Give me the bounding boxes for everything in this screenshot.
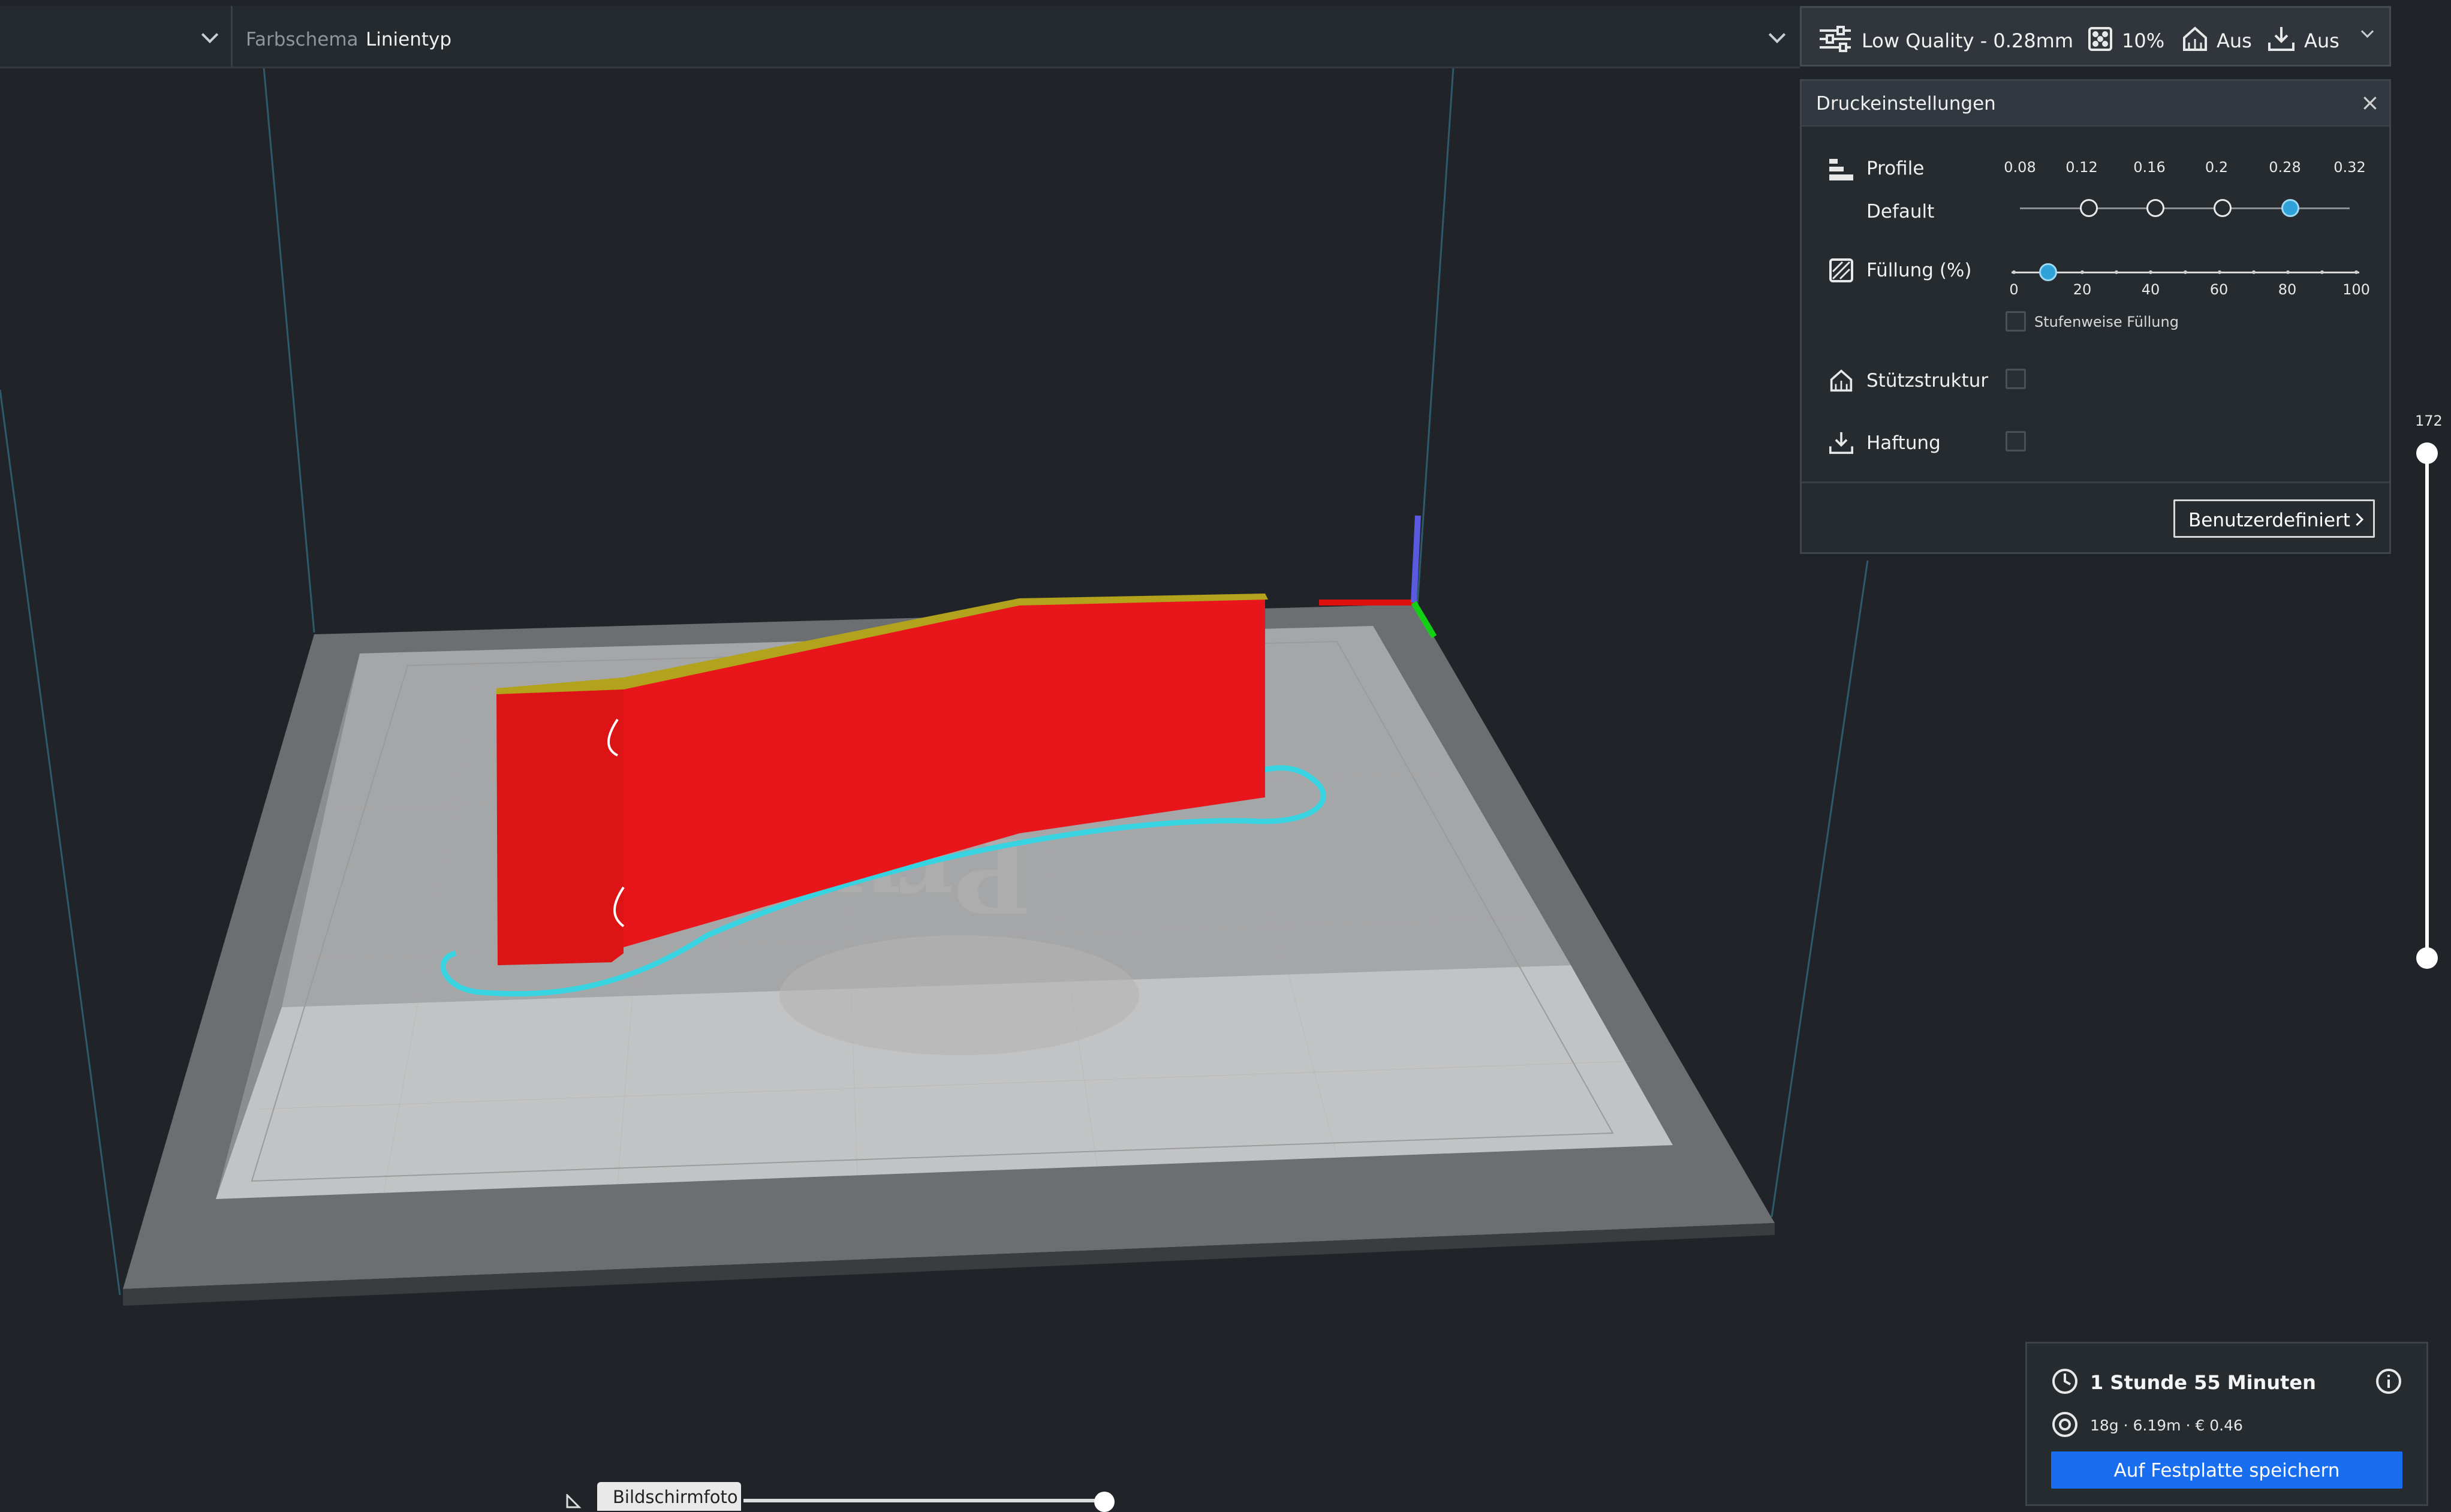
print-time: 1 Stunde 55 Minuten — [2090, 1371, 2316, 1394]
slider-step[interactable] — [2146, 199, 2164, 217]
gradual-infill-checkbox[interactable] — [2006, 311, 2026, 332]
tick-label: 60 — [2209, 281, 2229, 298]
infill-slider-tick — [2149, 270, 2153, 274]
chevron-right-icon — [2350, 513, 2364, 526]
custom-settings-button[interactable]: Benutzerdefiniert — [2173, 499, 2375, 538]
infill-slider-handle[interactable] — [2039, 263, 2058, 281]
infill-icon — [1829, 258, 1853, 282]
chevron-down-icon[interactable] — [2360, 25, 2374, 38]
profile-label: Profile — [1866, 158, 1925, 179]
gradual-infill-label: Stufenweise Füllung — [2034, 314, 2179, 330]
tick-label: 0.08 — [2004, 159, 2036, 176]
close-icon[interactable]: × — [2360, 89, 2380, 116]
tick-label: 0 — [2009, 281, 2019, 298]
info-icon[interactable] — [2375, 1368, 2402, 1395]
infill-label: Füllung (%) — [1866, 260, 1972, 281]
print-info-panel: 1 Stunde 55 Minuten 18g · 6.19m · € 0.46… — [2025, 1342, 2428, 1506]
infill-summary: 10% — [2122, 29, 2165, 52]
infill-slider-tick — [2012, 270, 2016, 274]
cursor-icon — [566, 1494, 582, 1508]
infill-slider-tick — [2217, 270, 2221, 274]
tick-label: 0.2 — [2205, 159, 2229, 176]
save-to-disk-label: Auf Festplatte speichern — [2113, 1460, 2340, 1481]
tick-label: 0.12 — [2065, 159, 2098, 176]
layer-slider-bottom-handle[interactable] — [2416, 947, 2438, 969]
screenshot-label: Bildschirmfoto — [613, 1487, 738, 1507]
layer-number: 172 — [2415, 412, 2443, 429]
timeline-track[interactable] — [743, 1499, 1103, 1502]
infill-slider-tick — [2286, 270, 2290, 274]
adhesion-icon — [1829, 432, 1853, 454]
chevron-down-icon[interactable] — [201, 26, 219, 44]
custom-settings-label: Benutzerdefiniert — [2188, 510, 2350, 531]
tick-label: 80 — [2278, 281, 2297, 298]
layer-slider-track[interactable] — [2425, 447, 2429, 959]
layer-height-icon — [1829, 159, 1853, 180]
print-settings-summary[interactable]: Low Quality - 0.28mm 10% Aus Aus — [1800, 6, 2391, 67]
tick-label: 0.16 — [2133, 159, 2166, 176]
support-summary: Aus — [2217, 29, 2252, 52]
profile-default: Default — [1866, 201, 1935, 222]
color-scheme-chevron-icon[interactable] — [1768, 26, 1786, 44]
tick-label: 20 — [2073, 281, 2092, 298]
panel-header: Druckeinstellungen × — [1802, 81, 2389, 126]
print-settings-panel: Druckeinstellungen × Profile Default 0.0… — [1800, 79, 2391, 554]
support-icon — [2183, 26, 2207, 51]
color-scheme-dropdown[interactable]: Linientyp — [366, 29, 451, 50]
support-icon — [1830, 369, 1853, 392]
clock-icon — [2052, 1369, 2077, 1394]
save-to-disk-button[interactable]: Auf Festplatte speichern — [2051, 1451, 2402, 1489]
infill-slider-tick — [2320, 270, 2324, 274]
infill-slider-tick — [2115, 270, 2119, 274]
infill-slider-tick — [2251, 270, 2256, 274]
color-scheme-label: Farbschema — [246, 29, 359, 50]
slider-step[interactable] — [2214, 199, 2232, 217]
infill-slider-tick — [2354, 270, 2358, 274]
slider-handle-selected[interactable] — [2281, 199, 2299, 217]
adhesion-icon — [2268, 27, 2295, 51]
print-stats: 18g · 6.19m · € 0.46 — [2090, 1417, 2243, 1434]
divider — [1802, 481, 2389, 483]
tick-label: 40 — [2141, 281, 2160, 298]
support-checkbox[interactable] — [2006, 369, 2026, 389]
tick-label: 0.28 — [2269, 159, 2301, 176]
timeline-handle[interactable] — [1094, 1492, 1115, 1512]
slider-step[interactable] — [2080, 199, 2098, 217]
view-toolbar: Farbschema Linientyp — [0, 6, 1800, 68]
support-label: Stützstruktur — [1866, 370, 1989, 391]
sliders-icon — [1820, 26, 1851, 52]
adhesion-label: Haftung — [1866, 432, 1941, 454]
filament-spool-icon — [2052, 1412, 2077, 1437]
layer-slider-top-handle[interactable] — [2416, 442, 2438, 464]
tick-label: 0.32 — [2333, 159, 2366, 176]
adhesion-checkbox[interactable] — [2006, 431, 2026, 451]
panel-title: Druckeinstellungen — [1816, 93, 1996, 115]
screenshot-chip[interactable]: Bildschirmfoto — [597, 1482, 741, 1511]
infill-slider-tick — [2183, 270, 2187, 274]
infill-icon — [2088, 27, 2112, 51]
infill-slider-tick — [2080, 270, 2085, 274]
tick-label: 100 — [2342, 281, 2370, 298]
adhesion-summary: Aus — [2304, 29, 2339, 52]
profile-summary: Low Quality - 0.28mm — [1862, 29, 2074, 52]
